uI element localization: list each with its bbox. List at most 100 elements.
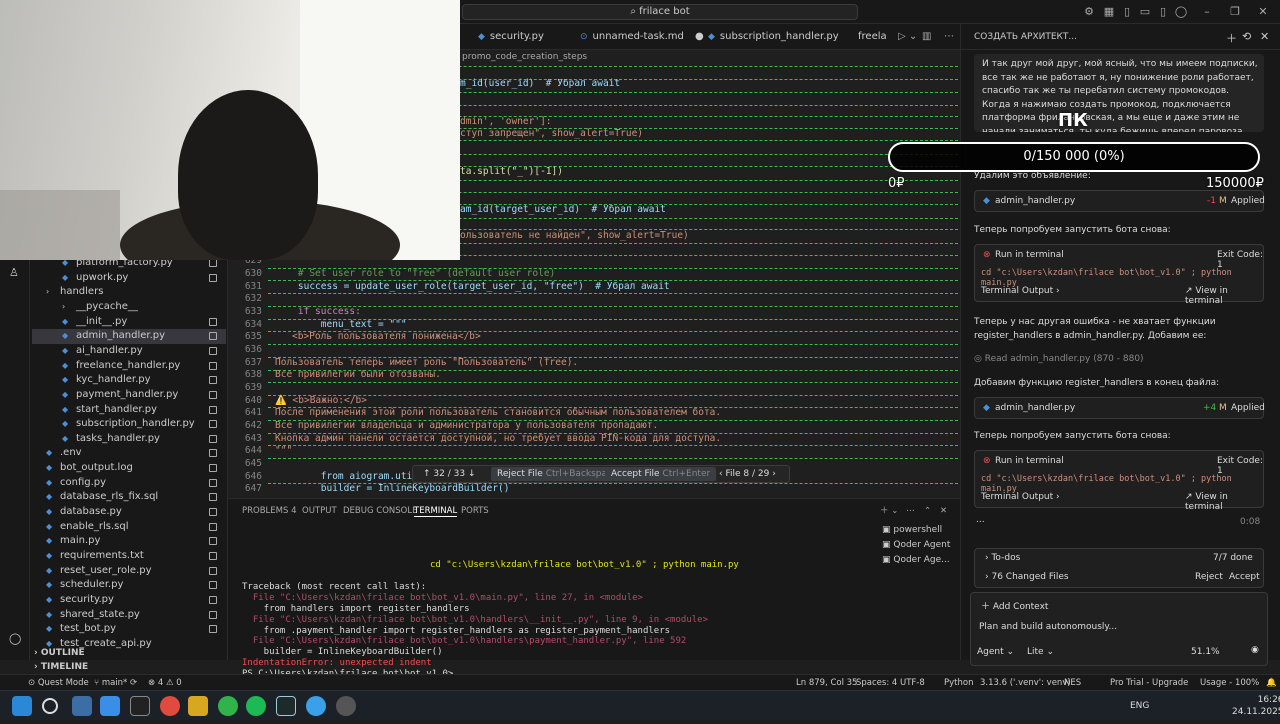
explorer-item[interactable]: ◆ start_handler.py (32, 403, 226, 418)
search-icon[interactable] (42, 698, 58, 714)
explorer-item[interactable]: › handlers (32, 285, 226, 300)
terminal-app-icon[interactable] (130, 696, 150, 716)
explorer-item[interactable]: ◆ test_bot.py (32, 622, 226, 637)
todos-toggle[interactable]: › To-dos (985, 553, 1020, 563)
explorer-item[interactable]: ◆ scheduler.py (32, 578, 226, 593)
python-interpreter[interactable]: 3.13.6 ('.venv': venv) (980, 675, 1071, 691)
explorer-item[interactable]: ◆ main.py (32, 534, 226, 549)
files-icon[interactable] (188, 696, 208, 716)
accept-file-button[interactable]: Accept File Ctrl+Enter (605, 467, 717, 481)
mode-select[interactable]: Agent ⌄ (977, 647, 1014, 657)
outline-section[interactable]: › OUTLINE (34, 646, 85, 660)
changed-files-toggle[interactable]: › 76 Changed Files (985, 572, 1069, 582)
explorer-item[interactable]: › __pycache__ (32, 300, 226, 315)
layout-icon[interactable]: ▦ (1102, 5, 1116, 19)
chrome-icon[interactable] (160, 696, 180, 716)
split-editor-icon[interactable]: ▥ (922, 24, 931, 50)
tab-unnamed-task[interactable]: ⊙ unnamed-task.md ● (580, 24, 704, 50)
reject-all-button[interactable]: Reject (1195, 572, 1223, 582)
explorer-item[interactable]: ◆ subscription_handler.py (32, 417, 226, 432)
run-icon[interactable]: ▷ ⌄ (898, 24, 917, 50)
toggle-sidebar-icon[interactable]: ▯ (1120, 5, 1134, 19)
explorer-item[interactable]: ◆ payment_handler.py (32, 388, 226, 403)
indent-setting[interactable]: Spaces: 4 (856, 675, 897, 691)
maximize-panel-icon[interactable]: ⌃ (924, 505, 931, 517)
minimize-icon[interactable]: – (1200, 5, 1214, 19)
problems-status[interactable]: ⊗ 4 ⚠ 0 (148, 675, 182, 691)
tab-subscription-handler[interactable]: ◆ subscription_handler.py (708, 24, 839, 50)
toggle-panel-icon[interactable]: ▭ (1138, 5, 1152, 19)
explorer-item[interactable]: ◆ tasks_handler.py (32, 432, 226, 447)
file-change-card[interactable]: ◆ admin_handler.py +4 M Applied (974, 397, 1265, 419)
explorer-item[interactable]: ◆ kyc_handler.py (32, 373, 226, 388)
language-mode[interactable]: Python (944, 675, 973, 691)
tab-terminal[interactable]: TERMINAL (414, 505, 458, 517)
task-view-icon[interactable] (72, 696, 92, 716)
explorer-item[interactable]: ◆ bot_output.log (32, 461, 226, 476)
explorer-item[interactable]: ◆ admin_handler.py (32, 329, 226, 344)
explorer-item[interactable]: ◆ database.py (32, 505, 226, 520)
explorer-item[interactable]: ◆ enable_rls.sql (32, 520, 226, 535)
terminal-output-toggle[interactable]: Terminal Output › (981, 286, 1060, 296)
add-context-button[interactable]: ＋ Add Context (981, 599, 1048, 612)
nes-status[interactable]: NES (1064, 675, 1081, 691)
history-icon[interactable]: ⟲ (1242, 30, 1251, 43)
view-in-terminal-link[interactable]: ↗ View in terminal (1185, 286, 1263, 306)
terminal-item-powershell[interactable]: ▣ powershell (882, 523, 942, 537)
telegram-icon[interactable] (306, 696, 326, 716)
close-icon[interactable]: ✕ (1256, 5, 1270, 19)
usage-status[interactable]: Usage - 100% (1200, 675, 1259, 691)
explorer-item[interactable]: ◆ ai_handler.py (32, 344, 226, 359)
new-terminal-icon[interactable]: ＋ ⌄ (880, 505, 898, 517)
tab-debug-console[interactable]: DEBUG CONSOLE (343, 505, 417, 517)
notifications-icon[interactable]: 🔔 (1266, 675, 1277, 691)
explorer-item[interactable]: ◆ shared_state.py (32, 608, 226, 623)
tab-security[interactable]: ◆ security.py (478, 24, 544, 50)
maximize-icon[interactable]: ❐ (1228, 5, 1242, 19)
tab-ports[interactable]: PORTS (461, 505, 489, 517)
read-file-item[interactable]: ◎ Read admin_handler.py (870 - 880) (974, 353, 1144, 367)
explorer-item[interactable]: ◆ upwork.py (32, 271, 226, 286)
timeline-section[interactable]: › TIMELINE (34, 660, 88, 674)
close-chat-icon[interactable]: ✕ (1260, 30, 1269, 43)
start-icon[interactable] (12, 696, 32, 716)
breadcrumb[interactable]: promo_code_creation_steps (460, 50, 960, 64)
explorer-item[interactable]: ◆ security.py (32, 593, 226, 608)
reject-file-button[interactable]: Reject File Ctrl+Backspace (491, 467, 624, 481)
command-search[interactable]: ⌕ frilace bot (462, 4, 858, 20)
encoding[interactable]: UTF-8 (900, 675, 925, 691)
terminal-item-qoder[interactable]: ▣ Qoder Agent (882, 538, 950, 552)
quest-mode[interactable]: ⊙ Quest Mode (28, 675, 89, 691)
send-icon[interactable]: ◉ (1251, 645, 1259, 655)
terminal-output-toggle[interactable]: Terminal Output › (981, 492, 1060, 502)
obs-icon[interactable] (336, 696, 356, 716)
more-icon[interactable]: ⋯ (944, 24, 954, 50)
editor-app-icon[interactable] (276, 696, 296, 716)
new-chat-icon[interactable]: ＋ (1226, 30, 1237, 46)
more-actions-icon[interactable]: ⋯ (906, 505, 915, 517)
accept-all-button[interactable]: Accept (1229, 572, 1260, 582)
explorer-item[interactable]: ◆ __init__.py (32, 315, 226, 330)
tab-output[interactable]: OUTPUT (302, 505, 337, 517)
cursor-position[interactable]: Ln 879, Col 35 (796, 675, 857, 691)
close-panel-icon[interactable]: ✕ (940, 505, 947, 517)
account-icon[interactable]: ◯ (9, 632, 21, 645)
input-language[interactable]: ENG (1130, 691, 1149, 721)
chat-app-icon[interactable] (218, 696, 238, 716)
explorer-item[interactable]: ◆ requirements.txt (32, 549, 226, 564)
chat-input-box[interactable]: ＋ Add Context Plan and build autonomousl… (970, 592, 1268, 666)
spotify-icon[interactable] (246, 696, 266, 716)
file-change-card[interactable]: ◆ admin_handler.py -1 M Applied (974, 190, 1265, 212)
account-icon[interactable]: ◯ (1174, 5, 1188, 19)
terminal-item-qoder-2[interactable]: ▣ Qoder Age... (882, 553, 950, 567)
store-icon[interactable] (100, 696, 120, 716)
explorer-item[interactable]: ◆ .env (32, 446, 226, 461)
explorer-item[interactable]: ◆ reset_user_role.py (32, 564, 226, 579)
debug-icon[interactable]: ♙ (9, 266, 19, 279)
terminal-output[interactable]: cd "c:\Users\kzdan\frilace bot\bot_v1.0"… (234, 560, 874, 679)
tab-problems[interactable]: PROBLEMS 4 (242, 505, 297, 517)
explorer-item[interactable]: ◆ config.py (32, 476, 226, 491)
tab-freela[interactable]: freela (858, 24, 887, 50)
explorer-item[interactable]: ◆ freelance_handler.py (32, 359, 226, 374)
trial-status[interactable]: Pro Trial - Upgrade (1110, 675, 1188, 691)
